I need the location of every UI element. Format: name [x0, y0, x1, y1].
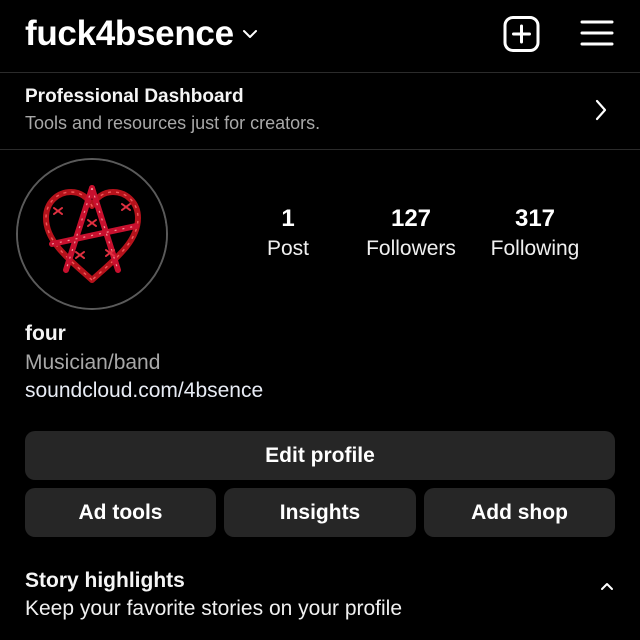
followers-count: 127 — [390, 205, 432, 232]
dashboard-divider — [0, 149, 640, 150]
add-shop-button[interactable]: Add shop — [424, 488, 615, 537]
professional-dashboard-row[interactable]: Professional Dashboard Tools and resourc… — [0, 73, 640, 149]
profile-category: Musician/band — [25, 351, 161, 374]
story-highlights-title: Story highlights — [25, 569, 185, 592]
plus-square-icon[interactable] — [503, 16, 541, 52]
insights-button[interactable]: Insights — [224, 488, 416, 537]
ad-tools-button[interactable]: Ad tools — [25, 488, 216, 537]
stat-followers[interactable]: 127 Followers — [354, 204, 468, 263]
barbed-wire-heart-anarchy-avatar — [18, 160, 166, 308]
profile-name: four — [25, 322, 66, 345]
avatar[interactable] — [16, 158, 168, 310]
edit-profile-button[interactable]: Edit profile — [25, 431, 615, 480]
profile-header: fuck4bsence — [0, 0, 640, 72]
chevron-up-icon[interactable] — [596, 576, 618, 596]
following-count: 317 — [514, 205, 556, 232]
posts-label: Post — [266, 237, 310, 260]
stat-following[interactable]: 317 Following — [478, 204, 592, 263]
following-label: Following — [490, 237, 580, 260]
profile-link[interactable]: soundcloud.com/4bsence — [25, 377, 263, 405]
chevron-right-icon — [594, 99, 608, 126]
story-highlights-subtitle: Keep your favorite stories on your profi… — [25, 597, 403, 620]
dashboard-subtitle: Tools and resources just for creators. — [25, 113, 321, 133]
chevron-down-icon — [242, 27, 258, 45]
username-title: fuck4bsence — [25, 14, 234, 53]
stat-posts[interactable]: 1 Post — [247, 204, 329, 263]
hamburger-menu-icon[interactable] — [580, 18, 614, 48]
dashboard-title: Professional Dashboard — [25, 86, 244, 107]
followers-label: Followers — [366, 237, 456, 260]
posts-count: 1 — [281, 205, 295, 232]
account-switcher[interactable]: fuck4bsence — [25, 12, 258, 56]
profile-screen: fuck4bsence Professional Dashboard Tools… — [0, 0, 640, 640]
